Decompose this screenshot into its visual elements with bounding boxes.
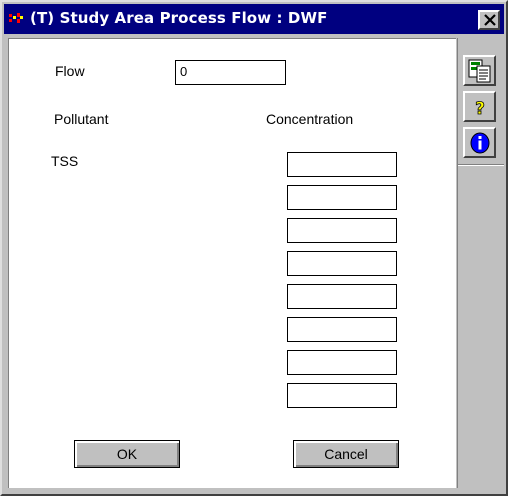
flow-label: Flow bbox=[55, 63, 85, 79]
concentration-input-3[interactable] bbox=[287, 218, 397, 243]
concentration-input-8[interactable] bbox=[287, 383, 397, 408]
dialog-window: (T) Study Area Process Flow : DWF Flow 0… bbox=[0, 0, 508, 496]
flow-input[interactable]: 0 bbox=[175, 60, 286, 85]
close-icon bbox=[484, 14, 496, 26]
help-icon: ? bbox=[475, 99, 486, 119]
concentration-input-5[interactable] bbox=[287, 284, 397, 309]
side-toolbar: ? bbox=[457, 38, 504, 488]
pollutant-name-1: TSS bbox=[51, 153, 79, 169]
pollutant-header: Pollutant bbox=[54, 111, 109, 127]
svg-text:?: ? bbox=[475, 99, 485, 119]
app-icon bbox=[9, 13, 23, 23]
concentration-input-2[interactable] bbox=[287, 185, 397, 210]
close-button[interactable] bbox=[478, 10, 500, 30]
window-title: (T) Study Area Process Flow : DWF bbox=[30, 9, 328, 27]
copy-data-button[interactable] bbox=[463, 55, 496, 86]
concentration-input-7[interactable] bbox=[287, 350, 397, 375]
toolbar-divider bbox=[458, 164, 504, 166]
concentration-input-1[interactable] bbox=[287, 152, 397, 177]
ok-button[interactable]: OK bbox=[74, 440, 180, 468]
help-button[interactable]: ? bbox=[463, 91, 496, 122]
concentration-input-6[interactable] bbox=[287, 317, 397, 342]
concentration-header: Concentration bbox=[266, 111, 354, 127]
info-icon bbox=[470, 132, 490, 154]
info-button[interactable] bbox=[463, 127, 496, 158]
form-panel: Flow 0 Pollutant Concentration TSS OK Ca… bbox=[8, 38, 456, 488]
concentration-input-4[interactable] bbox=[287, 251, 397, 276]
cancel-button[interactable]: Cancel bbox=[293, 440, 399, 468]
copy-data-icon bbox=[468, 59, 491, 83]
title-bar[interactable]: (T) Study Area Process Flow : DWF bbox=[4, 4, 504, 34]
